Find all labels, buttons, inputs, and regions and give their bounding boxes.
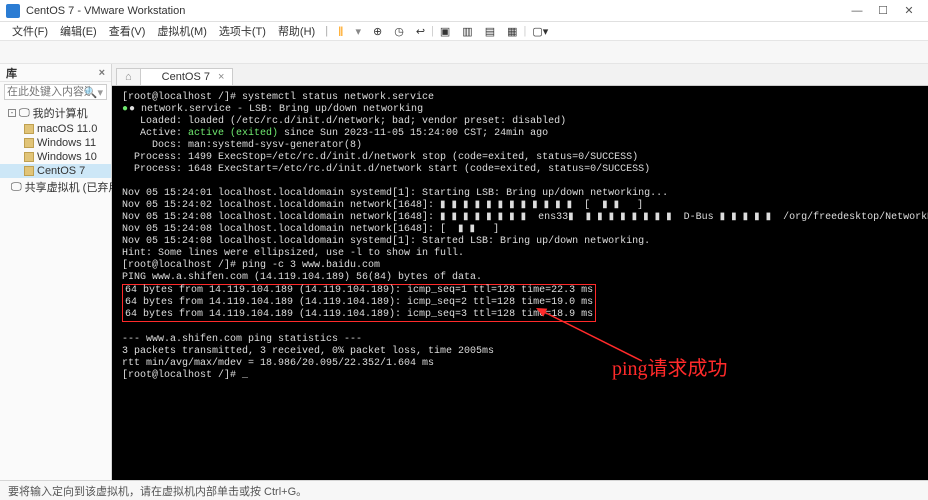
status-bar: 要将输入定向到该虚拟机，请在虚拟机内部单击或按 Ctrl+G。 [0, 480, 928, 500]
vm-icon [24, 138, 34, 148]
tree-root-label: 我的计算机 [33, 105, 88, 121]
search-icon[interactable]: 🔍▾ [84, 86, 103, 99]
send-ctrl-alt-del-icon[interactable]: ⊕ [367, 25, 388, 38]
fullscreen-icon[interactable]: ▣ [434, 25, 456, 38]
vm-icon [24, 124, 34, 134]
tree-item-win10[interactable]: Windows 10 [0, 150, 111, 164]
status-text: 要将输入定向到该虚拟机，请在虚拟机内部单击或按 Ctrl+G。 [8, 483, 307, 499]
tree-item-label: macOS 11.0 [37, 123, 97, 135]
close-button[interactable]: ✕ [896, 2, 922, 20]
menu-edit[interactable]: 编辑(E) [54, 23, 103, 39]
unity-icon[interactable]: ▥ [456, 25, 478, 38]
settings-dropdown-icon[interactable]: ▢▾ [526, 25, 554, 38]
vm-icon [24, 152, 34, 162]
tree-item-label: CentOS 7 [37, 165, 85, 177]
collapse-icon[interactable]: - [8, 109, 16, 117]
content-area: ⌂ CentOS 7 × [root@localhost /]# systemc… [112, 64, 928, 480]
thumbnail-icon[interactable]: ▦ [501, 25, 523, 38]
sidebar: 库 × 🔍▾ -🖵我的计算机 macOS 11.0 Windows 11 Win… [0, 64, 112, 480]
sidebar-header-label: 库 [6, 65, 17, 81]
menu-bar: 文件(F) 编辑(E) 查看(V) 虚拟机(M) 选项卡(T) 帮助(H) | … [0, 22, 928, 40]
tree-item-win11[interactable]: Windows 11 [0, 136, 111, 150]
revert-icon[interactable]: ↩ [410, 25, 431, 38]
sidebar-header: 库 × [0, 64, 111, 82]
sidebar-search: 🔍▾ [0, 82, 111, 102]
annotation-text: ping请求成功 [612, 352, 728, 381]
tool-bar [0, 40, 928, 64]
main-area: 库 × 🔍▾ -🖵我的计算机 macOS 11.0 Windows 11 Win… [0, 64, 928, 480]
menu-view[interactable]: 查看(V) [103, 23, 152, 39]
app-icon [6, 4, 20, 18]
tab-strip: ⌂ CentOS 7 × [112, 64, 928, 86]
window-title-bar: CentOS 7 - VMware Workstation — ☐ ✕ [0, 0, 928, 22]
menu-vm[interactable]: 虚拟机(M) [151, 23, 213, 39]
minimize-button[interactable]: — [844, 2, 870, 20]
snapshot-icon[interactable]: ◷ [388, 25, 410, 38]
sidebar-close-icon[interactable]: × [99, 67, 105, 79]
vm-tree: -🖵我的计算机 macOS 11.0 Windows 11 Windows 10… [0, 102, 111, 198]
dropdown-icon[interactable]: ▾ [349, 25, 367, 38]
menu-help[interactable]: 帮助(H) [272, 23, 321, 39]
terminal-output: [root@localhost /]# systemctl status net… [112, 86, 928, 388]
vm-icon [24, 166, 34, 176]
tree-item-macos[interactable]: macOS 11.0 [0, 122, 111, 136]
tab-close-icon[interactable]: × [218, 71, 224, 83]
home-tab[interactable]: ⌂ [116, 68, 140, 85]
tree-root[interactable]: -🖵我的计算机 [0, 104, 111, 122]
pause-icon[interactable]: ‖ [332, 24, 349, 39]
tree-shared-label: 共享虚拟机 (已弃用) [25, 179, 123, 195]
ping-highlight-box: 64 bytes from 14.119.104.189 (14.119.104… [122, 284, 596, 322]
window-title: CentOS 7 - VMware Workstation [26, 5, 844, 17]
home-icon: ⌂ [125, 71, 132, 83]
menu-file[interactable]: 文件(F) [6, 23, 54, 39]
vm-icon [149, 73, 158, 82]
vm-tab[interactable]: CentOS 7 × [140, 68, 234, 85]
tree-item-centos7[interactable]: CentOS 7 [0, 164, 111, 178]
guest-console[interactable]: [root@localhost /]# systemctl status net… [112, 86, 928, 480]
tree-item-label: Windows 11 [37, 137, 96, 149]
console-view-icon[interactable]: ▤ [479, 25, 501, 38]
tree-shared[interactable]: 🖵共享虚拟机 (已弃用) [0, 178, 111, 196]
menu-tabs[interactable]: 选项卡(T) [213, 23, 272, 39]
vm-tab-label: CentOS 7 [162, 71, 210, 83]
tree-item-label: Windows 10 [37, 151, 97, 163]
maximize-button[interactable]: ☐ [870, 2, 896, 20]
